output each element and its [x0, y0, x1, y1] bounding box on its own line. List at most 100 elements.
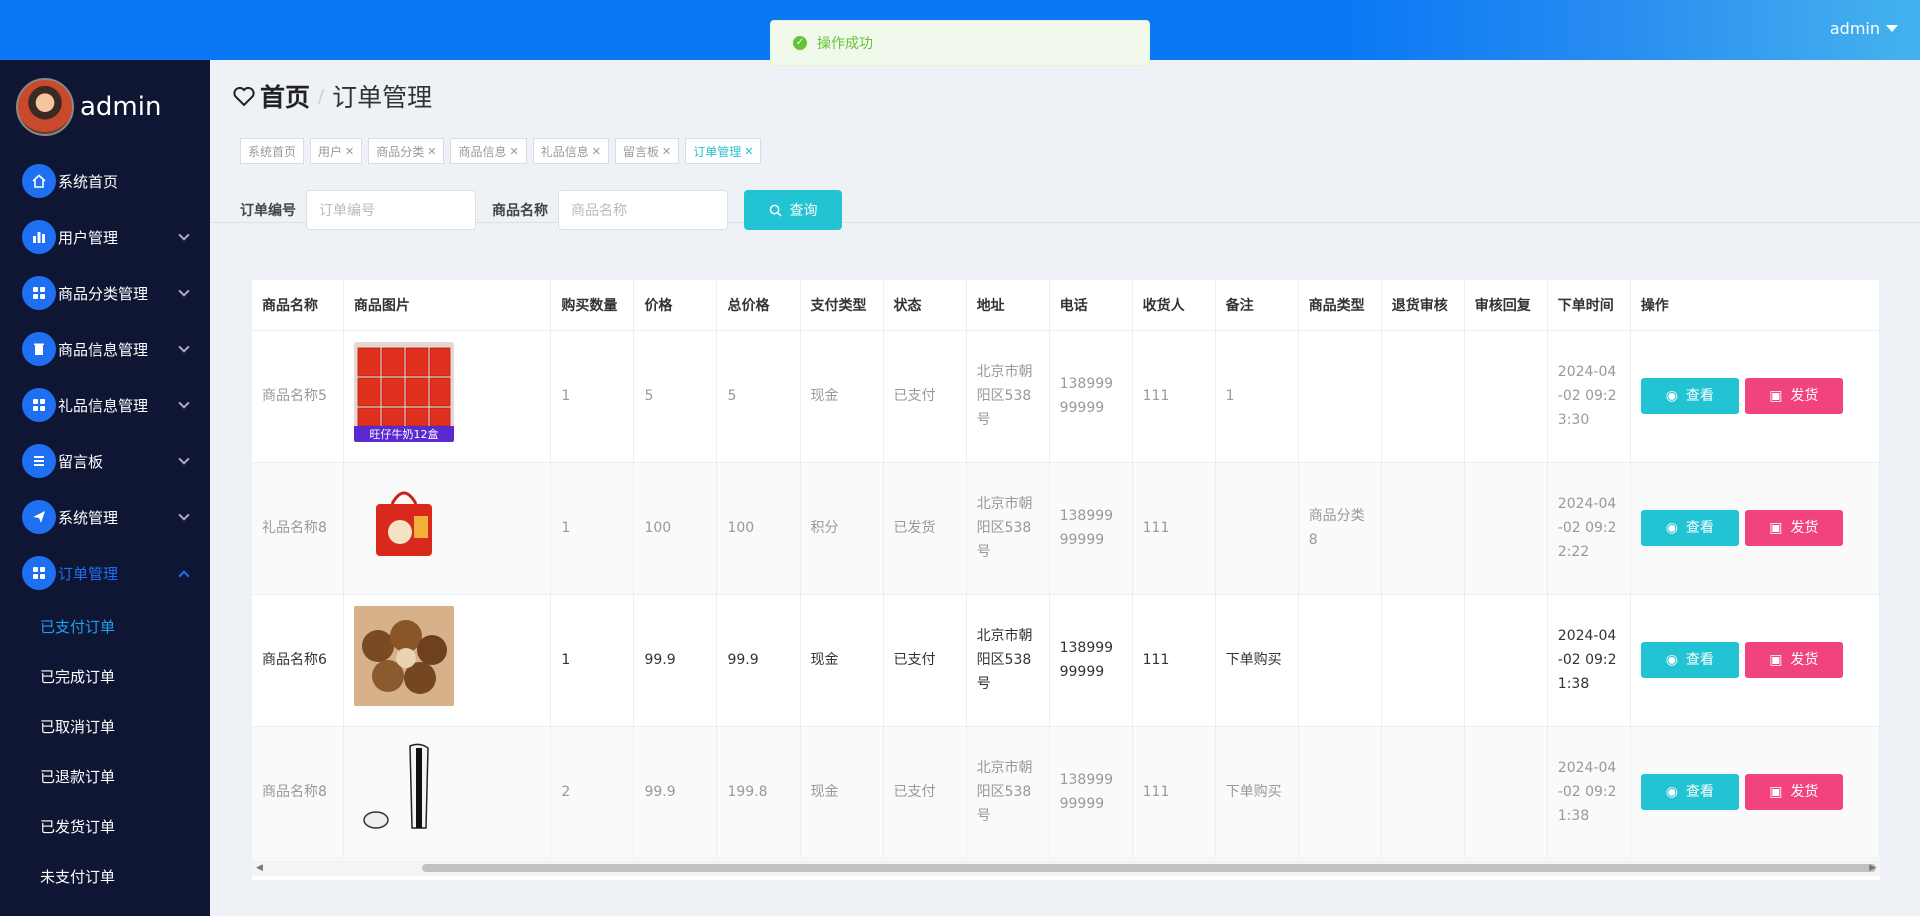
cell-note: 下单购买: [1215, 726, 1299, 859]
sidebar-item-orders[interactable]: 订单管理: [0, 545, 210, 601]
sidebar-item-gifts[interactable]: 礼品信息管理: [0, 377, 210, 433]
view-button[interactable]: ◉ 查看: [1640, 642, 1739, 678]
cell-qty: 1: [550, 462, 635, 595]
grid-icon: [22, 556, 56, 590]
tag-messages[interactable]: 留言板 ✕: [614, 138, 680, 164]
column-header: 状态: [883, 280, 967, 331]
cell-qty: 2: [550, 726, 635, 859]
cell-image: [343, 462, 552, 595]
chevron-down-icon: [178, 509, 190, 521]
submenu-refunded-orders[interactable]: 已退款订单: [0, 751, 210, 801]
column-header: 下单时间: [1547, 280, 1631, 331]
order-number-input[interactable]: [306, 190, 476, 230]
tag-users[interactable]: 用户 ✕: [310, 138, 363, 164]
tag-categories[interactable]: 商品分类 ✕: [368, 138, 445, 164]
cell-address: 北京市朝阳区538号: [966, 726, 1050, 859]
tag-products[interactable]: 商品信息 ✕: [450, 138, 527, 164]
cell-phone: 13899999999: [1049, 594, 1133, 727]
sidebar-item-system[interactable]: 系统管理: [0, 489, 210, 545]
cell-total: 100: [716, 462, 801, 595]
close-icon[interactable]: ✕: [744, 145, 753, 158]
ship-button[interactable]: ▣ 发货: [1744, 510, 1843, 546]
sidebar-item-label: 留言板: [58, 452, 104, 471]
column-header: 电话: [1049, 280, 1133, 331]
horizontal-scrollbar[interactable]: ◀ ▶: [252, 860, 1880, 876]
chevron-up-icon: [178, 570, 190, 582]
sidebar: admin 系统首页 用户管理 商品分类管理 商品信息管理 礼品信息管理 留言板…: [0, 60, 210, 916]
breadcrumb-current: 订单管理: [332, 83, 433, 112]
close-icon[interactable]: ✕: [345, 145, 354, 158]
cell-image: 旺仔牛奶12盒: [343, 330, 552, 463]
sidebar-item-categories[interactable]: 商品分类管理: [0, 265, 210, 321]
close-icon[interactable]: ✕: [427, 145, 436, 158]
cell-note: 1: [1215, 330, 1299, 463]
cell-address: 北京市朝阳区538号: [966, 594, 1050, 727]
toast-message: 操作成功: [817, 36, 873, 52]
submenu-paid-orders[interactable]: 已支付订单: [0, 601, 210, 651]
scroll-left-icon[interactable]: ◀: [256, 863, 263, 873]
sidebar-item-home[interactable]: 系统首页: [0, 153, 210, 209]
cell-name: 商品名称6: [252, 594, 344, 727]
close-icon[interactable]: ✕: [662, 145, 671, 158]
cell-phone: 13899999999: [1049, 462, 1133, 595]
cell-address: 北京市朝阳区538号: [966, 462, 1050, 595]
view-button[interactable]: ◉ 查看: [1640, 774, 1739, 810]
cell-receiver: 111: [1132, 594, 1216, 727]
product-name-input[interactable]: [558, 190, 728, 230]
view-button[interactable]: ◉ 查看: [1640, 378, 1739, 414]
scrollbar-thumb[interactable]: [422, 864, 1876, 872]
column-header: 操作: [1630, 280, 1880, 331]
cell-phone: 13899999999: [1049, 330, 1133, 463]
cell-refund: [1381, 726, 1465, 859]
caret-down-icon: [1886, 25, 1898, 32]
ship-button[interactable]: ▣ 发货: [1744, 378, 1843, 414]
submenu-unpaid-orders[interactable]: 未支付订单: [0, 851, 210, 901]
ship-button[interactable]: ▣ 发货: [1744, 774, 1843, 810]
brand-name: admin: [80, 91, 162, 122]
cell-image: [343, 726, 552, 859]
tag-orders[interactable]: 订单管理 ✕: [685, 138, 762, 164]
grid-icon: [22, 388, 56, 422]
submenu-shipped-orders[interactable]: 已发货订单: [0, 801, 210, 851]
cell-type: [1298, 330, 1382, 463]
tag-label: 商品分类: [376, 144, 425, 159]
close-icon[interactable]: ✕: [592, 145, 601, 158]
list-icon: [22, 444, 56, 478]
tag-label: 系统首页: [248, 144, 297, 159]
cell-address: 北京市朝阳区538号: [966, 330, 1050, 463]
avatar: [16, 77, 74, 136]
sidebar-item-label: 礼品信息管理: [58, 396, 149, 415]
sidebar-item-products[interactable]: 商品信息管理: [0, 321, 210, 377]
product-image: [353, 606, 454, 706]
cell-receiver: 111: [1132, 330, 1216, 463]
cell-type: 商品分类8: [1298, 462, 1382, 595]
table-row: 礼品名称8 1 100 100 积分 已发货 北京市朝阳区538号 138999…: [252, 462, 1880, 595]
column-header: 备注: [1215, 280, 1299, 331]
cell-price: 99.9: [633, 726, 718, 859]
ship-button[interactable]: ▣ 发货: [1744, 642, 1843, 678]
tag-label: 商品信息: [458, 144, 507, 159]
view-button[interactable]: ◉ 查看: [1640, 510, 1739, 546]
search-icon: [769, 204, 782, 217]
tag-gifts[interactable]: 礼品信息 ✕: [532, 138, 609, 164]
breadcrumb-home[interactable]: 首页: [232, 78, 310, 114]
ship-button-label: 发货: [1790, 520, 1819, 536]
chevron-down-icon: [178, 341, 190, 353]
submenu-cancelled-orders[interactable]: 已取消订单: [0, 701, 210, 751]
column-header: 商品类型: [1298, 280, 1382, 331]
sidebar-item-users[interactable]: 用户管理: [0, 209, 210, 265]
eye-icon: ◉: [1665, 388, 1678, 404]
tag-dashboard[interactable]: 系统首页: [240, 138, 305, 164]
chevron-down-icon: [178, 285, 190, 297]
user-menu[interactable]: admin: [1830, 19, 1898, 38]
sidebar-item-messages[interactable]: 留言板: [0, 433, 210, 489]
user-name: admin: [1829, 19, 1880, 38]
submenu-completed-orders[interactable]: 已完成订单: [0, 651, 210, 701]
column-header: 收货人: [1132, 280, 1216, 331]
close-icon[interactable]: ✕: [510, 145, 519, 158]
chevron-down-icon: [178, 397, 190, 409]
search-button[interactable]: 查询: [744, 190, 842, 230]
scroll-right-icon[interactable]: ▶: [1869, 863, 1876, 873]
cell-reply: [1464, 726, 1548, 859]
cell-type: [1298, 726, 1382, 859]
